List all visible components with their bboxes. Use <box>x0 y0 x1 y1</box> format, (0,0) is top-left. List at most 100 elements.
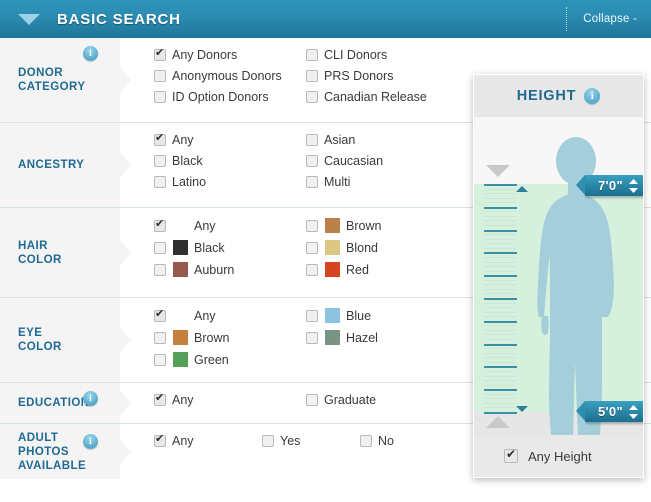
checkbox[interactable] <box>306 176 318 188</box>
basic-search-header: BASIC SEARCH Collapse - <box>0 0 651 38</box>
checkbox[interactable] <box>154 263 166 276</box>
checkbox[interactable] <box>306 331 318 344</box>
checkbox[interactable] <box>154 176 166 188</box>
checkbox[interactable] <box>154 433 166 447</box>
checkbox[interactable] <box>306 263 318 276</box>
option-any[interactable]: Any <box>154 392 306 407</box>
checkbox[interactable] <box>306 155 318 167</box>
filter-label-adult_photos_available: i ADULT PHOTOS AVAILABLE <box>0 424 131 479</box>
option-auburn[interactable]: Auburn <box>154 262 306 277</box>
color-swatch <box>173 330 188 345</box>
height-panel-header: HEIGHT i <box>474 75 643 117</box>
height-min-badge[interactable]: 5'0" <box>576 401 643 422</box>
checkbox[interactable] <box>360 435 372 447</box>
checkbox[interactable] <box>154 392 166 406</box>
checkbox[interactable] <box>154 47 166 61</box>
any-height-row: Any Height <box>474 435 643 477</box>
option-label: Any Donors <box>172 48 238 62</box>
checkbox[interactable] <box>154 308 166 322</box>
checkbox[interactable] <box>154 155 166 167</box>
filter-label-text: EDUCATION <box>18 397 90 409</box>
height-slider[interactable]: 7'0" 5'0" <box>474 117 643 477</box>
checkbox[interactable] <box>306 241 318 254</box>
checkbox[interactable] <box>306 394 318 406</box>
option-label: Green <box>194 352 229 367</box>
color-swatch <box>325 308 340 323</box>
color-swatch <box>325 330 340 345</box>
triangle-up-marker-icon[interactable] <box>516 186 528 192</box>
option-label: No <box>378 434 394 448</box>
collapse-button[interactable]: Collapse - <box>583 13 637 25</box>
triangle-down-marker-icon[interactable] <box>516 406 528 412</box>
option-label: ID Option Donors <box>172 90 269 104</box>
option-yes[interactable]: Yes <box>262 434 360 448</box>
color-swatch <box>173 240 188 255</box>
option-cli-donors[interactable]: CLI Donors <box>306 48 651 62</box>
checkbox[interactable] <box>154 331 166 344</box>
checkbox[interactable] <box>154 241 166 254</box>
option-black[interactable]: Black <box>154 240 306 255</box>
height-max-badge[interactable]: 7'0" <box>576 175 643 196</box>
option-any[interactable]: Any <box>154 218 306 233</box>
label-notch-icon <box>120 239 131 266</box>
checkbox[interactable] <box>262 435 274 447</box>
checkbox[interactable] <box>154 132 166 146</box>
any-height-checkbox[interactable] <box>504 448 518 463</box>
label-notch-icon <box>120 438 131 465</box>
option-any[interactable]: Any <box>154 433 262 448</box>
option-label: Any <box>194 308 216 323</box>
label-notch-icon <box>120 390 131 416</box>
filter-label-text: EYE COLOR <box>18 327 62 353</box>
height-panel-title: HEIGHT <box>516 88 577 104</box>
option-black[interactable]: Black <box>154 154 306 168</box>
label-notch-icon <box>120 152 131 178</box>
option-anonymous-donors[interactable]: Anonymous Donors <box>154 69 306 83</box>
checkbox[interactable] <box>306 91 318 103</box>
option-latino[interactable]: Latino <box>154 175 306 189</box>
option-label: Any <box>172 133 194 147</box>
height-min-handle[interactable] <box>486 416 510 428</box>
color-swatch <box>325 262 340 277</box>
filter-label-hair_color: HAIR COLOR <box>0 208 131 297</box>
checkbox[interactable] <box>306 49 318 61</box>
option-label: Graduate <box>324 393 377 407</box>
up-down-arrows-icon[interactable] <box>628 404 638 419</box>
option-id-option-donors[interactable]: ID Option Donors <box>154 90 306 104</box>
option-label: Blond <box>346 240 378 255</box>
height-max-value: 7'0" <box>598 178 623 193</box>
filter-label-text: DONOR CATEGORY <box>18 67 86 93</box>
height-panel: HEIGHT i 7'0" 5'0" ✔ Any Height <box>473 74 644 478</box>
checkbox[interactable] <box>306 309 318 322</box>
checkbox[interactable] <box>306 70 318 82</box>
height-min-value: 5'0" <box>598 404 623 419</box>
filter-label-ancestry: ANCESTRY <box>0 123 131 207</box>
checkbox[interactable] <box>154 70 166 82</box>
checkbox[interactable] <box>154 353 166 366</box>
filter-label-text: HAIR COLOR <box>18 239 62 266</box>
option-any[interactable]: Any <box>154 308 306 323</box>
info-icon[interactable]: i <box>584 88 601 104</box>
option-any[interactable]: Any <box>154 132 306 147</box>
checkbox[interactable] <box>306 219 318 232</box>
option-label: Black <box>172 154 203 168</box>
info-icon[interactable]: i <box>83 391 98 406</box>
option-any-donors[interactable]: Any Donors <box>154 47 306 62</box>
option-label: Any <box>172 393 194 407</box>
option-label: Auburn <box>194 262 235 277</box>
option-label: Yes <box>280 434 301 448</box>
option-green[interactable]: Green <box>154 352 306 367</box>
option-label: Canadian Release <box>324 90 427 104</box>
up-down-arrows-icon[interactable] <box>628 178 638 193</box>
triangle-down-icon[interactable] <box>18 13 40 25</box>
option-brown[interactable]: Brown <box>154 330 306 345</box>
option-label: Blue <box>346 308 372 323</box>
option-label: Anonymous Donors <box>172 69 282 83</box>
option-label: PRS Donors <box>324 69 394 83</box>
checkbox[interactable] <box>154 91 166 103</box>
checkbox[interactable] <box>154 218 166 232</box>
info-icon[interactable]: i <box>83 434 98 449</box>
info-icon[interactable]: i <box>83 46 98 61</box>
any-height-option[interactable]: Any Height <box>504 448 592 464</box>
checkbox[interactable] <box>306 134 318 146</box>
height-max-handle[interactable] <box>486 165 510 177</box>
